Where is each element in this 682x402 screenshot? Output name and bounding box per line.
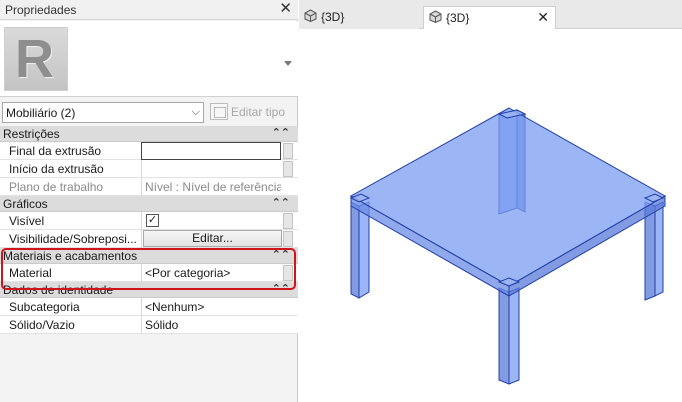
section-header-materiais[interactable]: Materiais e acabamentos ⌃⌃: [0, 248, 298, 264]
property-name: Final da extrusão: [9, 144, 102, 158]
tab-label: {3D}: [446, 11, 470, 25]
property-name: Plano de trabalho: [9, 180, 104, 194]
property-row-visibilidade: Visibilidade/Sobreposi... Editar...: [0, 230, 298, 248]
property-value: Sólido: [145, 318, 179, 332]
scrollbar-segment[interactable]: [283, 161, 293, 177]
table-leg-left: [350, 201, 360, 299]
property-row-solido-vazio: Sólido/Vazio Sólido: [0, 316, 298, 334]
type-selector-value: Mobiliário (2): [6, 106, 76, 120]
3d-view-icon: [304, 9, 317, 22]
property-value: <Nenhum>: [145, 300, 205, 314]
close-icon[interactable]: ✕: [537, 9, 549, 26]
section-header-graficos[interactable]: Gráficos ⌃⌃: [0, 196, 298, 212]
property-name: Visibilidade/Sobreposi...: [9, 232, 137, 246]
property-value-input[interactable]: [141, 142, 281, 160]
scrollbar-segment[interactable]: [283, 213, 293, 229]
property-row-material: Material <Por categoria>: [0, 264, 298, 282]
browse-button[interactable]: [283, 265, 293, 281]
property-value: <Por categoria>: [145, 266, 231, 280]
close-icon[interactable]: ✕: [279, 1, 292, 17]
property-name: Subcategoria: [9, 300, 80, 314]
edit-type-label: Editar tipo: [231, 104, 286, 119]
collapse-icon[interactable]: ⌃⌃: [272, 282, 290, 295]
table-top: [349, 107, 667, 287]
properties-title-bar: Propriedades ✕: [0, 0, 298, 20]
view-tab-bar: {3D} {3D} ✕: [299, 0, 682, 29]
property-name: Início da extrusão: [9, 162, 104, 176]
properties-title: Propriedades: [5, 3, 77, 17]
collapse-icon[interactable]: ⌃⌃: [272, 248, 290, 261]
property-row-final-extrusao: Final da extrusão: [0, 142, 298, 160]
tab-3d-view-2[interactable]: {3D} ✕: [423, 6, 556, 29]
type-preview-area: R: [0, 21, 298, 97]
edit-visibility-button[interactable]: Editar...: [143, 230, 282, 247]
edit-type-button[interactable]: Editar tipo: [210, 103, 285, 123]
property-value-cell[interactable]: Sólido: [141, 316, 281, 334]
section-header-restricoes[interactable]: Restrições ⌃⌃: [0, 126, 298, 142]
type-selector-dropdown[interactable]: Mobiliário (2) ⌵: [2, 102, 204, 123]
property-row-inicio-extrusao: Início da extrusão: [0, 160, 298, 178]
tab-3d-view-1[interactable]: {3D}: [299, 6, 419, 29]
type-selector-row: Mobiliário (2) ⌵ Editar tipo: [0, 101, 298, 125]
section-title: Dados de identidade: [3, 283, 114, 297]
property-value-cell: ✓: [141, 212, 281, 230]
visible-checkbox[interactable]: ✓: [146, 214, 159, 227]
3d-viewport[interactable]: [299, 30, 682, 402]
property-name: Visível: [9, 214, 45, 228]
properties-panel: Propriedades ✕ R Mobiliário (2) ⌵ Editar…: [0, 0, 298, 402]
table-leg-front: [498, 287, 510, 385]
property-name: Material: [9, 266, 52, 280]
property-value: Nível : Nível de referência: [145, 180, 281, 194]
scrollbar-segment[interactable]: [283, 231, 293, 247]
property-row-subcategoria: Subcategoria <Nenhum>: [0, 298, 298, 316]
table-model[interactable]: [299, 30, 682, 402]
collapse-icon[interactable]: ⌃⌃: [272, 126, 290, 139]
property-value-cell[interactable]: <Por categoria>: [141, 264, 281, 282]
collapse-icon[interactable]: ⌃⌃: [272, 196, 290, 209]
section-title: Restrições: [3, 127, 60, 141]
property-row-plano-trabalho: Plano de trabalho Nível : Nível de refer…: [0, 178, 298, 196]
property-name: Sólido/Vazio: [9, 318, 75, 332]
chevron-down-icon[interactable]: [284, 61, 292, 66]
section-title: Gráficos: [3, 197, 48, 211]
scrollbar-segment[interactable]: [283, 143, 293, 159]
section-header-dados-identidade[interactable]: Dados de identidade ⌃⌃: [0, 282, 298, 298]
3d-view-icon: [429, 10, 442, 23]
property-row-visivel: Visível ✓: [0, 212, 298, 230]
chevron-down-icon: ⌵: [191, 106, 200, 118]
tab-label: {3D}: [321, 10, 345, 24]
edit-type-icon: [210, 103, 228, 120]
section-title: Materiais e acabamentos: [3, 249, 138, 263]
properties-grid: Restrições ⌃⌃ Final da extrusão Início d…: [0, 126, 298, 334]
property-value-cell: Editar...: [141, 230, 282, 248]
property-value-cell: Nível : Nível de referência: [141, 178, 281, 196]
property-value-cell[interactable]: [141, 160, 281, 178]
property-value-cell[interactable]: <Nenhum>: [141, 298, 281, 316]
revit-logo-icon: R: [4, 27, 68, 91]
